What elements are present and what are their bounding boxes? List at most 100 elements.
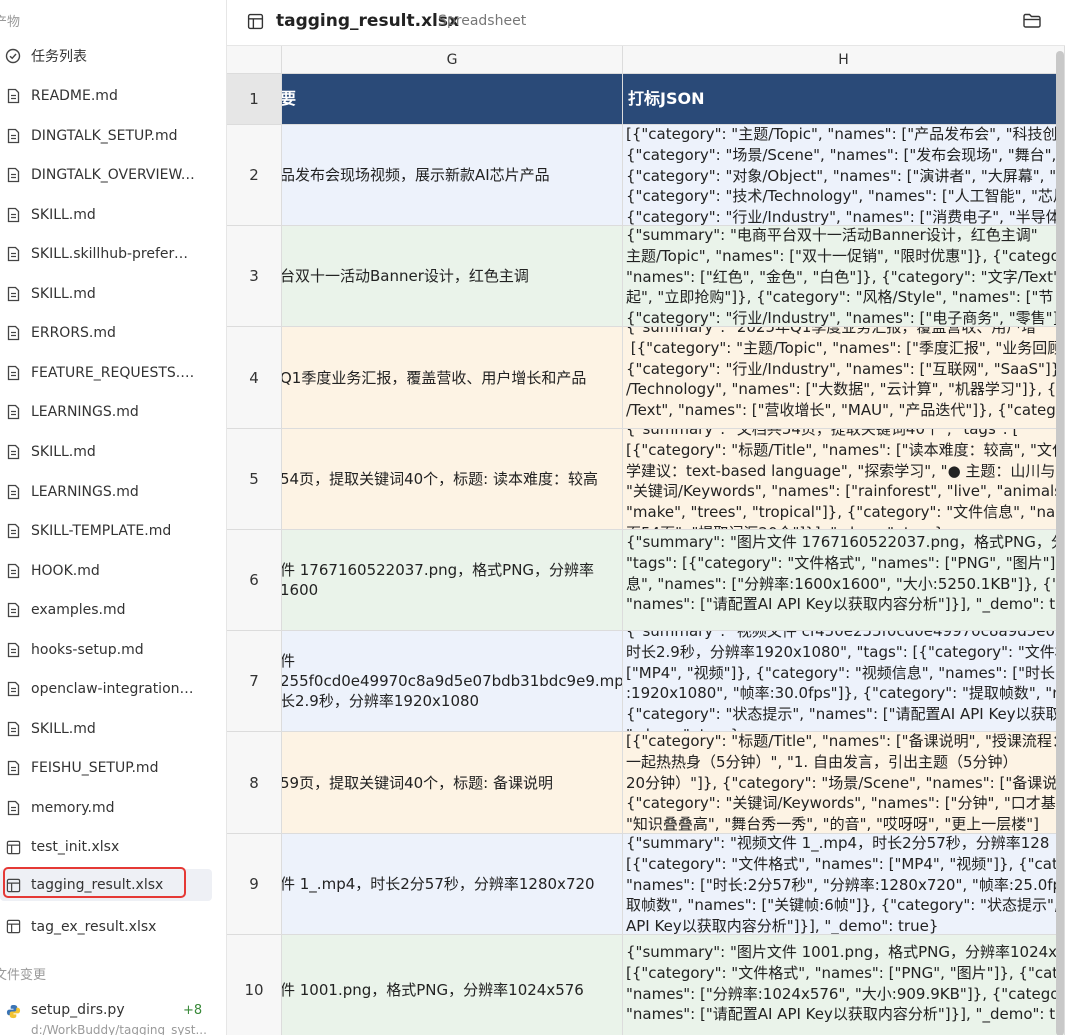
sidebar-file-label: FEISHU_SETUP.md [31,760,159,777]
row-number[interactable]: 4 [227,327,282,429]
sidebar-file-label: DINGTALK_OVERVIEW.... [31,167,196,184]
cell-text: 件 255f0cd0e49970c8a9d5e07bdb31bdc9e9.mp … [282,652,623,710]
sidebar-file-label: tag_ex_result.xlsx [31,918,157,935]
cell-text: 品发布会现场视频，展示新款AI芯片产品 [282,166,550,184]
cell-summary[interactable]: 件 1_.mp4，时长2分57秒，分辨率1280x720 [282,834,623,935]
cell-text: {"summary": "文档共54页，提取关键词40个", "tags": [… [626,429,1065,529]
cell-tag-json[interactable]: {"summary": "文档共54页，提取关键词40个", "tags": [… [623,429,1065,530]
sidebar-file-label: SKILL.md [31,720,96,737]
sidebar-file-item[interactable]: ERRORS.md [0,317,212,349]
sidebar: 产物 任务列表 README.md DINGTALK_SETUP.md DINGTA… [0,0,227,1035]
sidebar-file-label: test_init.xlsx [31,839,120,856]
sidebar-file-item[interactable]: memory.md [0,792,212,824]
cell-tag-json[interactable]: {"summary": "视频文件 1_.mp4，时长2分57秒，分辨率128 … [623,834,1065,935]
sidebar-file-item[interactable]: FEATURE_REQUESTS.md [0,357,212,389]
cell-tag-json[interactable]: {"summary": "图片文件 1001.png，格式PNG，分辨率1024… [623,935,1065,1035]
file-type-label: Spreadsheet [438,13,527,29]
sidebar-file-item[interactable]: LEARNINGS.md [0,476,212,508]
sidebar-file-item[interactable]: DINGTALK_SETUP.md [0,120,212,152]
sidebar-file-label: tagging_result.xlsx [31,877,164,893]
sidebar-file-item[interactable]: README.md [0,80,212,112]
sidebar-file-label: SKILL.md [31,443,96,460]
sidebar-file-item[interactable]: SKILL.md [0,713,212,745]
doc-icon [5,563,21,579]
changed-file-path: d:/WorkBuddy/tagging_syst... [31,1023,207,1035]
cell-summary[interactable]: Q1季度业务汇报，覆盖营收、用户增长和产品 [282,327,623,429]
row-number[interactable]: 5 [227,429,282,530]
sidebar-file-label: SKILL.md [31,206,96,223]
doc-icon [5,721,21,737]
row-number[interactable]: 8 [227,732,282,834]
sidebar-file-label: examples.md [31,602,126,619]
cell-summary[interactable]: 59页，提取关键词40个，标题: 备课说明 [282,732,623,834]
vertical-scrollbar[interactable] [1056,51,1064,1035]
sidebar-file-label: memory.md [31,799,115,816]
sidebar-file-item[interactable]: SKILL-TEMPLATE.md [0,515,212,547]
cell-summary[interactable]: 件 255f0cd0e49970c8a9d5e07bdb31bdc9e9.mp … [282,631,623,732]
cell-text: 59页，提取关键词40个，标题: 备课说明 [282,773,553,792]
sidebar-file-item[interactable]: SKILL.md [0,199,212,231]
doc-icon [5,246,21,262]
sidebar-item-label: 任务列表 [31,49,87,65]
doc-icon [5,128,21,144]
sidebar-file-item[interactable]: FEISHU_SETUP.md [0,752,212,784]
doc-icon [5,444,21,460]
section-changes-heading: 文件变更 [0,968,47,983]
sidebar-file-label: DINGTALK_SETUP.md [31,127,178,144]
row-number[interactable]: 6 [227,530,282,631]
row-number[interactable]: 2 [227,125,282,226]
doc-icon [5,365,21,381]
doc-icon [5,681,21,697]
sidebar-file-item[interactable]: openclaw-integration.md [0,673,212,705]
cell-summary[interactable]: 件 1001.png，格式PNG，分辨率1024x576 [282,935,623,1035]
row-number[interactable]: 9 [227,834,282,935]
sidebar-file-item[interactable]: LEARNINGS.md [0,396,212,428]
cell-summary[interactable]: 要 [282,74,623,125]
cell-tag-json[interactable]: {"summary": "图片文件 1767160522037.png，格式PN… [623,530,1065,631]
cell-tag-json[interactable]: {"summary": "电商平台双十一活动Banner设计，红色主调" 主题/… [623,226,1065,327]
sidebar-file-label: LEARNINGS.md [31,483,139,500]
sheet-icon [5,919,21,935]
sidebar-file-item[interactable]: SKILL.md [0,436,212,468]
sidebar-file-item[interactable]: SKILL.md [0,278,212,310]
doc-icon [5,88,21,104]
column-header-g[interactable]: G [282,46,623,74]
sidebar-item-task-list[interactable]: 任务列表 [0,40,212,72]
cell-summary[interactable]: 品发布会现场视频，展示新款AI芯片产品 [282,125,623,226]
row-number[interactable]: 3 [227,226,282,327]
sidebar-file-item[interactable]: examples.md [0,594,212,626]
doc-icon [5,325,21,341]
sidebar-file-item[interactable]: HOOK.md [0,555,212,587]
row-number[interactable]: 7 [227,631,282,732]
section-products-heading: 产物 [0,15,21,30]
sidebar-file-item[interactable]: tagging_result.xlsx [0,869,212,901]
row-number[interactable]: 10 [227,935,282,1035]
cell-tag-json[interactable]: 打标JSON [623,74,1065,125]
sheet-icon [5,877,21,893]
cell-summary[interactable]: 台双十一活动Banner设计，红色主调 [282,226,623,327]
sidebar-file-item[interactable]: tag_ex_result.xlsx [0,911,212,943]
column-header-h[interactable]: H [623,46,1065,74]
sidebar-file-item[interactable]: DINGTALK_OVERVIEW.... [0,159,212,191]
cell-summary[interactable]: 件 1767160522037.png，格式PNG，分辨率 1600 [282,530,623,631]
sidebar-file-item[interactable]: SKILL.skillhub-preferen... [0,238,212,270]
cell-summary[interactable]: 54页，提取关键词40个，标题: 读本难度：较高 [282,429,623,530]
spreadsheet-grid[interactable]: G H 1要 打标JSON 2品发布会现场视频，展示新款AI芯片产品 [{"categ… [227,46,1065,1035]
cell-tag-json[interactable]: {"summary": "2025年Q1季度业务汇报，覆盖营收、用户增 [{"c… [623,327,1065,429]
changed-file-setup-dirs[interactable]: setup_dirs.py +8 d:/WorkBuddy/tagging_sy… [0,1002,212,1035]
cell-text: 件 1_.mp4，时长2分57秒，分辨率1280x720 [282,875,595,893]
sheet-icon [5,839,21,855]
doc-icon [5,642,21,658]
cell-tag-json[interactable]: [{"category": "标题/Title", "names": ["备课说… [623,732,1065,834]
row-number[interactable]: 1 [227,74,282,125]
cell-tag-json[interactable]: [{"category": "主题/Topic", "names": ["产品发… [623,125,1065,226]
sidebar-file-item[interactable]: hooks-setup.md [0,634,212,666]
corner-cell[interactable] [227,46,282,74]
doc-icon [5,800,21,816]
cell-text: {"summary": "电商平台双十一活动Banner设计，红色主调" 主题/… [626,226,1065,327]
cell-tag-json[interactable]: {"summary": "视频文件 cf450e255f0cd0e49970c8… [623,631,1065,732]
cell-text: [{"category": "标题/Title", "names": ["备课说… [626,732,1065,834]
open-folder-icon[interactable] [1022,12,1042,34]
sidebar-file-item[interactable]: test_init.xlsx [0,831,212,863]
cell-text: 打标JSON [628,88,705,108]
